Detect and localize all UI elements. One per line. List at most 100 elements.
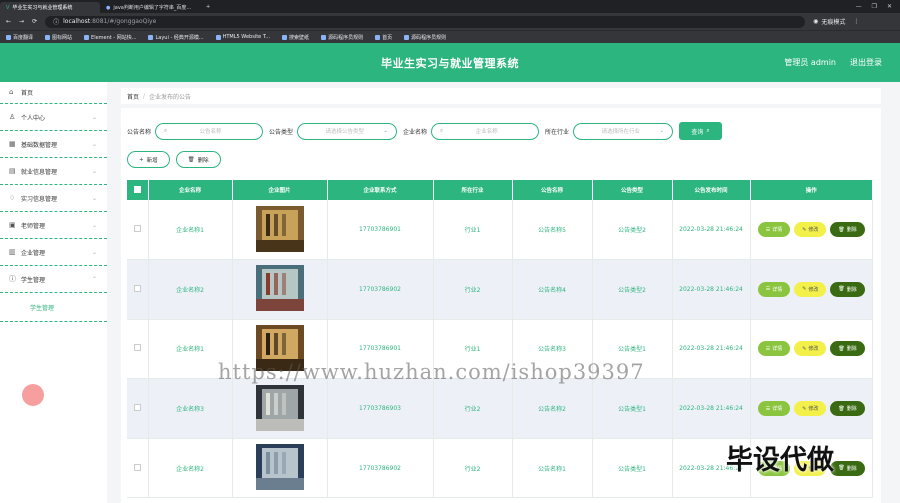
bookmark-item[interactable]: 首页	[375, 34, 392, 41]
column-header[interactable]: 企业图片	[232, 180, 328, 200]
sidebar-item-profile[interactable]: ♙ 个人中心 ⌄	[0, 104, 107, 131]
column-header[interactable]: 公告名称	[512, 180, 593, 200]
bookmark-item[interactable]: Element - 网站快...	[84, 34, 136, 41]
edit-button[interactable]: ✎ 修改	[794, 401, 827, 417]
batch-delete-button[interactable]: 🗑 删除	[175, 151, 221, 168]
logout-link[interactable]: 退出登录	[850, 57, 882, 68]
detail-button[interactable]: ☰ 详情	[757, 401, 791, 417]
browser-toolbar: ← → ⟳ ⓘ localhost:8081/#/gonggaoQiye ◉ 无痕…	[0, 13, 900, 30]
sidebar-item-internship[interactable]: ♢ 实习信息管理 ⌄	[0, 185, 107, 212]
type-select[interactable]: 请选择公告类型 ⌄	[297, 122, 398, 140]
chevron-down-icon: ⌄	[659, 128, 665, 134]
sidebar-subitem-student[interactable]: 学生管理	[0, 293, 107, 322]
table-row[interactable]: 企业名称3 17703786903 行业2 公告名称2 公告类型1 2022-0…	[127, 378, 873, 439]
delete-button[interactable]: 🗑 删除	[830, 341, 865, 357]
browser-tab-active[interactable]: V 毕业生实习与就业管理系统	[0, 2, 100, 13]
company-image[interactable]	[255, 444, 304, 491]
sidebar-item-company[interactable]: ▥ 企业管理 ⌄	[0, 239, 107, 266]
close-icon[interactable]: ✕	[887, 3, 892, 10]
address-bar[interactable]: ⓘ localhost:8081/#/gonggaoQiye	[45, 15, 806, 28]
company-image[interactable]	[255, 205, 304, 252]
company-image[interactable]	[255, 265, 304, 312]
filter-label: 公告名称	[127, 128, 152, 136]
bookmark-icon	[375, 34, 381, 40]
detail-label: 详情	[772, 286, 783, 293]
table-row[interactable]: 企业名称2 17703786902 行业2 公告名称4 公告类型2 2022-0…	[127, 259, 873, 320]
publish-time-cell: 2022-03-28 21:46:24	[672, 200, 751, 261]
input-placeholder: 企业名称	[475, 129, 498, 135]
industry-select[interactable]: 请选择所在行业 ⌄	[573, 122, 674, 140]
overlay-text: 毕设代做	[726, 445, 834, 476]
detail-icon: ☰	[765, 405, 771, 412]
column-header[interactable]: 所在行业	[433, 180, 513, 200]
bookmark-icon	[148, 34, 154, 40]
detail-button[interactable]: ☰ 详情	[757, 281, 791, 297]
browser-tab[interactable]: ● java判断用户编辑了字符串_百度...	[100, 2, 200, 13]
sidebar-item-label: 个人中心	[21, 114, 46, 122]
sidebar-item-employment[interactable]: ▤ 就业信息管理 ⌄	[0, 158, 107, 185]
sidebar-item-base-data[interactable]: ▦ 基础数据管理 ⌄	[0, 131, 107, 158]
delete-label: 删除	[846, 286, 857, 293]
detail-button[interactable]: ☰ 详情	[757, 222, 791, 238]
row-checkbox[interactable]	[133, 284, 141, 292]
column-header[interactable]: 企业联系方式	[327, 180, 434, 200]
back-icon[interactable]: ←	[6, 18, 11, 25]
bookmark-item[interactable]: 百度翻译	[6, 34, 33, 41]
delete-button[interactable]: 🗑 删除	[830, 222, 865, 238]
row-checkbox[interactable]	[133, 344, 141, 352]
select-placeholder: 请选择所在行业	[601, 129, 641, 135]
window-controls: — ❐ ✕	[856, 3, 900, 10]
edit-button[interactable]: ✎ 修改	[794, 222, 827, 238]
forward-icon[interactable]: →	[19, 18, 24, 25]
edit-button[interactable]: ✎ 修改	[794, 341, 827, 357]
bookmark-item[interactable]: 源码程序员规则	[404, 34, 446, 41]
company-image[interactable]	[255, 384, 304, 431]
delete-button[interactable]: 🗑 删除	[830, 281, 865, 297]
bookmark-item[interactable]: 图标网站	[45, 34, 72, 41]
delete-label: 删除	[846, 346, 857, 353]
notice-title-cell: 公告名称2	[512, 378, 593, 439]
table-row[interactable]: 企业名称1 17703786901 行业1 公告名称5 公告类型2 2022-0…	[127, 200, 873, 261]
profile-label: 无痕模式	[821, 19, 846, 26]
column-header[interactable]: 企业名称	[148, 180, 233, 200]
detail-button[interactable]: ☰ 详情	[757, 341, 791, 357]
maximize-icon[interactable]: ❐	[872, 3, 877, 10]
company-search-input[interactable]: ⌕ 企业名称	[431, 122, 540, 140]
bookmark-item[interactable]: 源码程序员规则	[321, 34, 363, 41]
title-search-input[interactable]: ⌕ 公告名称	[155, 122, 264, 140]
bookmark-item[interactable]: HTML5 Website T...	[215, 34, 270, 40]
delete-button[interactable]: 🗑 删除	[830, 401, 865, 417]
search-button[interactable]: 查询 ⌕	[679, 122, 723, 140]
breadcrumb-home[interactable]: 首页	[127, 92, 139, 101]
row-checkbox[interactable]	[133, 463, 141, 471]
delete-label: 删除	[846, 227, 857, 234]
minimize-icon[interactable]: —	[856, 3, 862, 10]
new-tab-icon[interactable]: +	[206, 4, 210, 10]
menu-icon[interactable]: ⋮	[853, 18, 859, 25]
chevron-up-icon: ⌃	[91, 275, 97, 283]
delete-button[interactable]: 🗑 删除	[830, 460, 865, 476]
reload-icon[interactable]: ⟳	[32, 18, 37, 25]
trash-icon: 🗑	[838, 226, 845, 233]
select-all-cell	[127, 180, 149, 200]
column-header[interactable]: 公告发布时间	[672, 180, 751, 200]
bookmark-item[interactable]: 搜索壁纸	[282, 34, 309, 41]
select-all-checkbox[interactable]	[133, 185, 141, 193]
sidebar-item-home[interactable]: ⌂ 首页	[0, 82, 107, 104]
row-checkbox[interactable]	[133, 225, 141, 233]
sidebar-item-student[interactable]: ⓘ 学生管理 ⌃	[0, 266, 107, 293]
sidebar-item-teacher[interactable]: ▣ 老师管理 ⌄	[0, 212, 107, 239]
tab-title: java判断用户编辑了字符串_百度...	[113, 5, 192, 11]
column-header[interactable]: 公告类型	[592, 180, 673, 200]
profile-avatar[interactable]: ◉ 无痕模式	[813, 17, 845, 26]
row-select-cell	[127, 438, 149, 499]
add-button[interactable]: + 新增	[127, 151, 170, 168]
bookmark-label: 源码程序员规则	[411, 34, 447, 41]
bookmark-item[interactable]: Layui - 经典开源模...	[148, 34, 204, 41]
input-placeholder: 公告名称	[199, 129, 222, 135]
edit-button[interactable]: ✎ 修改	[794, 281, 827, 297]
table-header-row: 企业名称 企业图片 企业联系方式 所在行业 公告名称 公告类型 公告发布时间 操…	[127, 180, 873, 200]
row-checkbox[interactable]	[133, 404, 141, 412]
tab-favicon-icon: ●	[106, 4, 111, 11]
edit-label: 修改	[808, 286, 819, 293]
